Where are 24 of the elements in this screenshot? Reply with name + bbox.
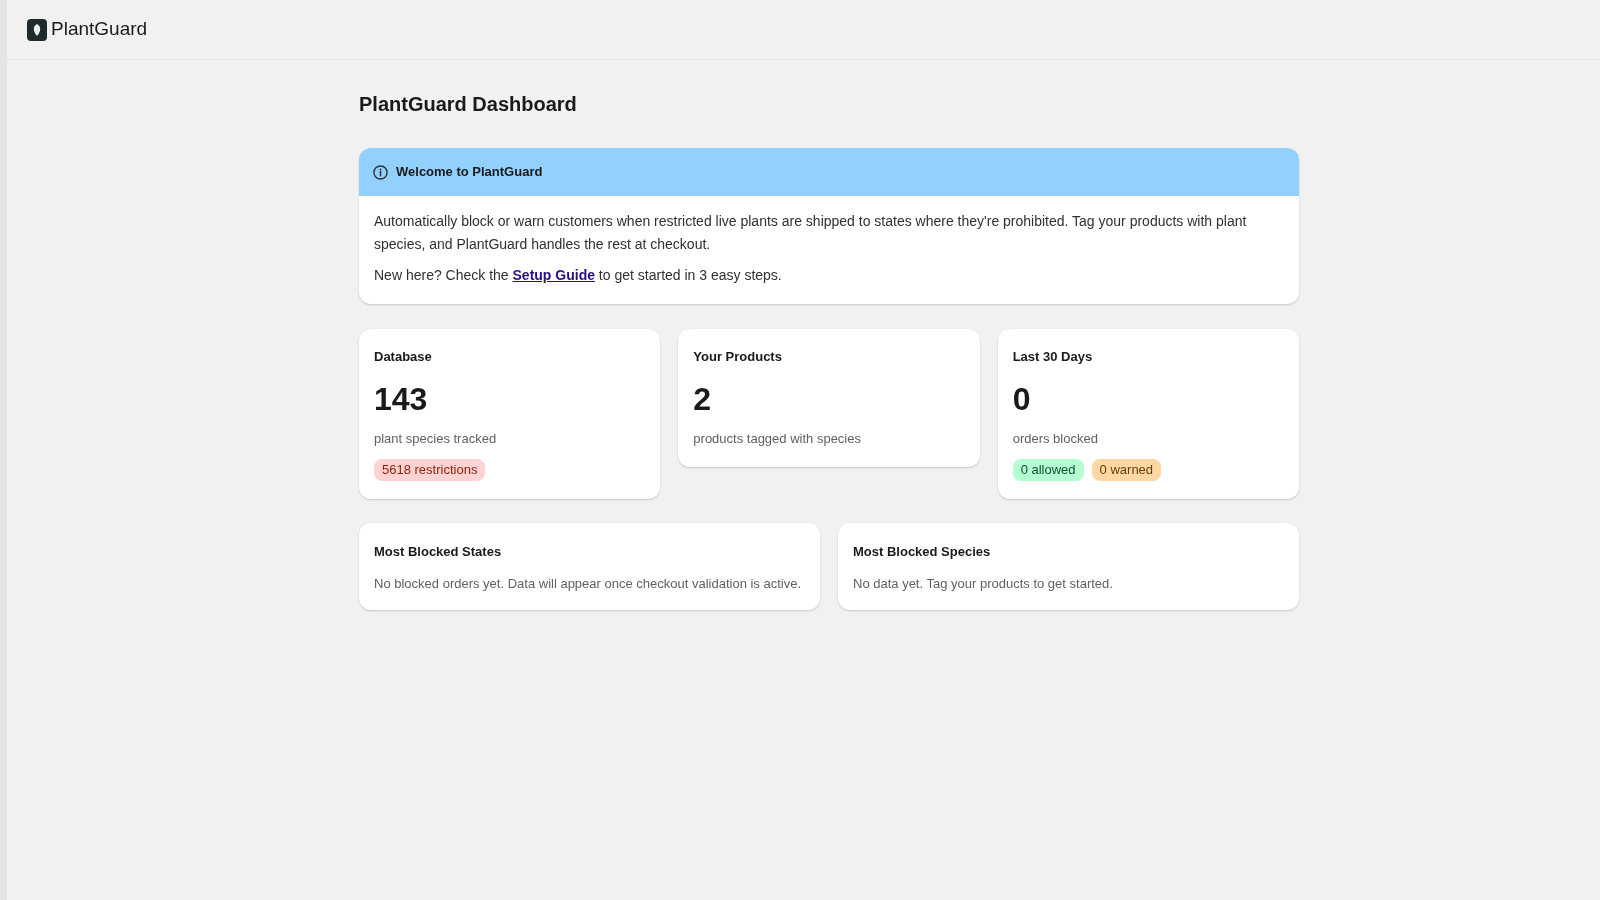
stat-caption: orders blocked: [1012, 430, 1098, 448]
card-text: No blocked orders yet. Data will appear once checkout validation is active.: [374, 575, 802, 593]
page-title: PlantGuard Dashboard: [359, 92, 577, 117]
stat-value: 143: [374, 380, 428, 419]
stat-value: 2: [693, 380, 712, 419]
card-title: Database: [374, 348, 432, 366]
banner-title: Welcome to PlantGuard: [396, 163, 543, 182]
card-title: Your Products: [693, 348, 782, 366]
card-title: Last 30 Days: [1012, 348, 1093, 366]
banner-text: New here? Check the Setup Guide to get started in 3 easy steps.: [374, 266, 783, 285]
setup-guide-link[interactable]: Setup Guide: [512, 267, 595, 283]
banner-text: Automatically block or warn customers when restricted live plants are shipped to states where they're prohibited. Tag your products with plant species, and PlantGuard handles the rest at checkout.: [374, 212, 1248, 254]
status-badge: 0 warned: [1091, 459, 1162, 481]
leaf-logo-icon: [27, 18, 47, 41]
stat-value: 0: [1012, 380, 1031, 419]
status-badge: 0 allowed: [1012, 459, 1084, 481]
card-title: Most Blocked States: [374, 543, 502, 561]
stat-caption: plant species tracked: [374, 430, 497, 448]
card-text: No data yet. Tag your products to get started.: [853, 575, 1113, 593]
app-name: PlantGuard: [51, 17, 148, 42]
card-title: Most Blocked Species: [853, 543, 991, 561]
stat-caption: products tagged with species: [693, 430, 861, 448]
info-icon: [373, 164, 388, 180]
status-badge: 5618 restrictions: [374, 459, 486, 481]
